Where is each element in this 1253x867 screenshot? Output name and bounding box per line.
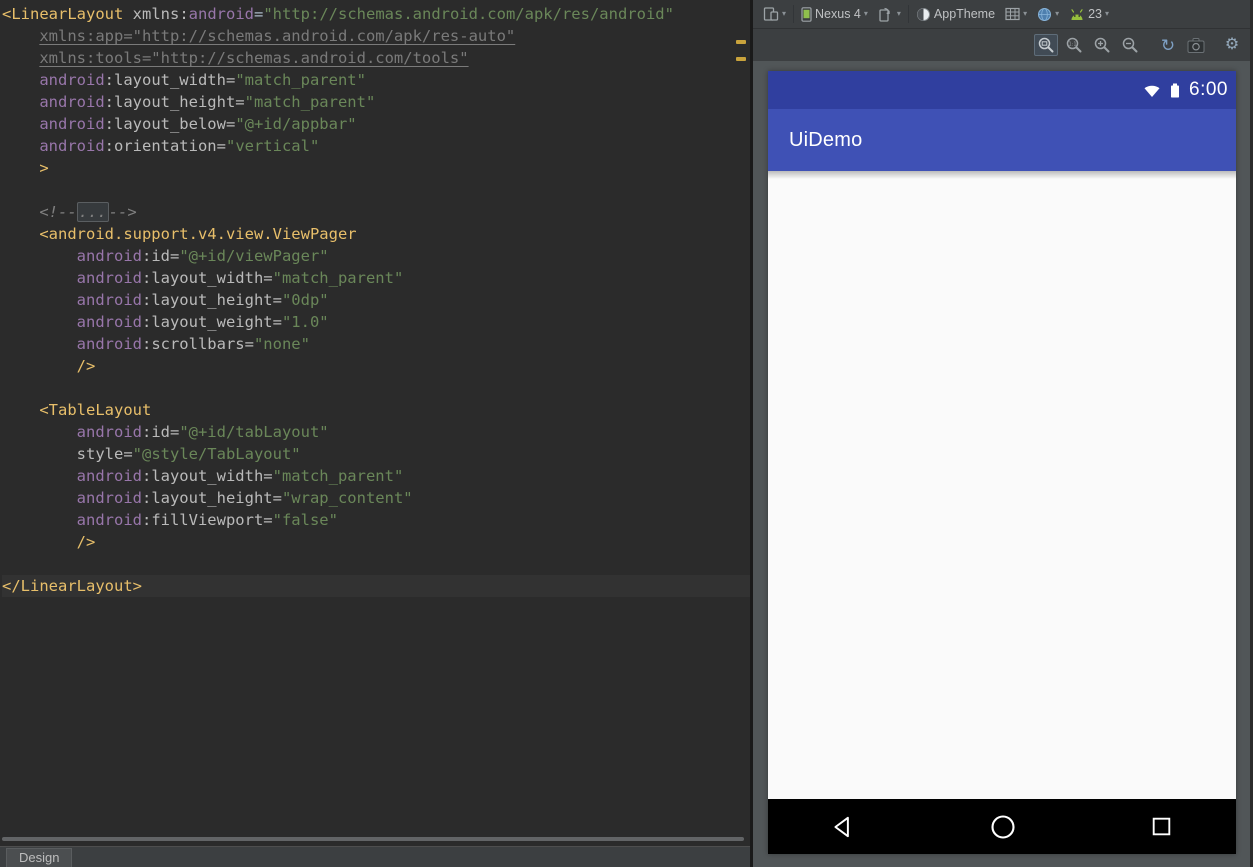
status-time: 6:00: [1189, 79, 1228, 100]
code-line[interactable]: <android.support.v4.view.ViewPager: [2, 223, 750, 245]
code-line[interactable]: android:fillViewport="false": [2, 509, 750, 531]
code-line[interactable]: android:layout_width="match_parent": [2, 69, 750, 91]
zoom-out-button[interactable]: [1118, 34, 1142, 56]
scrollbar-thumb[interactable]: [2, 837, 744, 841]
chevron-down-icon: ▾: [1105, 9, 1110, 18]
code-line[interactable]: android:id="@+id/tabLayout": [2, 421, 750, 443]
device-status-bar: 6:00: [768, 71, 1236, 109]
horizontal-scrollbar[interactable]: [0, 833, 750, 846]
design-surface-selector[interactable]: ▾: [758, 4, 791, 24]
code-lines: <LinearLayout xmlns:android="http://sche…: [2, 3, 750, 597]
nav-home-icon[interactable]: [989, 813, 1017, 841]
chevron-down-icon: ▾: [1023, 9, 1028, 18]
code-line[interactable]: android:layout_height="wrap_content": [2, 487, 750, 509]
code-line[interactable]: android:scrollbars="none": [2, 333, 750, 355]
device-nav-bar: [768, 799, 1236, 854]
code-line[interactable]: android:layout_weight="1.0": [2, 311, 750, 333]
code-line[interactable]: xmlns:tools="http://schemas.android.com/…: [2, 47, 750, 69]
zoom-toolbar: 1:1 ↻ ⚙: [753, 28, 1250, 61]
appbar-shadow: [768, 171, 1236, 179]
zoom-fit-button[interactable]: [1034, 34, 1058, 56]
chevron-down-icon: ▾: [1055, 9, 1060, 18]
chevron-down-icon: ▾: [863, 9, 868, 18]
camera-icon: [1187, 37, 1205, 53]
config-grid-icon: [1005, 7, 1020, 21]
orientation-selector[interactable]: ▾: [873, 4, 906, 24]
zoom-actual-button[interactable]: 1:1: [1062, 34, 1086, 56]
chevron-down-icon: ▾: [782, 9, 787, 18]
nav-recents-icon[interactable]: [1149, 814, 1174, 839]
device-phone-icon: [801, 6, 812, 22]
code-line[interactable]: android:layout_below="@+id/appbar": [2, 113, 750, 135]
refresh-button[interactable]: ↻: [1156, 34, 1180, 56]
zoom-fit-icon: [1038, 37, 1054, 53]
battery-icon: [1171, 83, 1180, 97]
locale-globe-icon: [1038, 7, 1052, 21]
locale-selector[interactable]: ▾: [1032, 5, 1064, 24]
chevron-down-icon: ▾: [896, 9, 901, 18]
zoom-in-button[interactable]: [1090, 34, 1114, 56]
code-line[interactable]: <!--... -->: [2, 201, 750, 223]
code-line[interactable]: </LinearLayout>: [2, 575, 750, 597]
code-line[interactable]: [2, 179, 750, 201]
theme-selector[interactable]: AppTheme: [911, 5, 1000, 24]
editor-mode-tabs: Design: [0, 846, 750, 867]
android-studio-window: <LinearLayout xmlns:android="http://sche…: [0, 0, 1253, 867]
tab-design[interactable]: Design: [6, 847, 73, 867]
device-selector-label: Nexus 4: [815, 7, 861, 21]
code-line[interactable]: />: [2, 355, 750, 377]
device-content[interactable]: [768, 171, 1236, 799]
code-line[interactable]: android:layout_width="match_parent": [2, 267, 750, 289]
code-line[interactable]: android:layout_height="match_parent": [2, 91, 750, 113]
design-surface-icon: [763, 7, 779, 21]
android-api-icon: [1071, 8, 1083, 20]
code-line[interactable]: >: [2, 157, 750, 179]
zoom-out-icon: [1122, 37, 1138, 53]
nav-back-icon[interactable]: [830, 814, 856, 840]
wifi-icon: [1144, 85, 1160, 97]
code-line[interactable]: <LinearLayout xmlns:android="http://sche…: [2, 3, 750, 25]
gear-icon: ⚙: [1224, 36, 1240, 53]
device-preview: 6:00 UiDemo: [768, 71, 1236, 854]
refresh-icon: ↻: [1160, 35, 1176, 55]
theme-circle-icon: [916, 7, 930, 21]
code-line[interactable]: />: [2, 531, 750, 553]
api-level-selector[interactable]: 23 ▾: [1064, 5, 1114, 23]
code-line[interactable]: android:id="@+id/viewPager": [2, 245, 750, 267]
preview-config-toolbar: ▾ Nexus 4 ▾ ▾ AppTheme ▾ ▾ 23 ▾: [753, 0, 1250, 28]
device-selector[interactable]: Nexus 4 ▾: [796, 5, 873, 24]
settings-button[interactable]: ⚙: [1220, 34, 1244, 56]
toolbar-separator: [907, 5, 909, 23]
design-surface[interactable]: 6:00 UiDemo: [753, 61, 1250, 867]
svg-text:1:1: 1:1: [1068, 41, 1076, 47]
app-title: UiDemo: [789, 128, 863, 151]
code-line[interactable]: style="@style/TabLayout": [2, 443, 750, 465]
screenshot-button[interactable]: [1184, 34, 1208, 56]
zoom-in-icon: [1094, 37, 1110, 53]
xml-editor-pane: <LinearLayout xmlns:android="http://sche…: [0, 0, 750, 867]
zoom-actual-icon: 1:1: [1066, 37, 1082, 53]
preview-pane: ▾ Nexus 4 ▾ ▾ AppTheme ▾ ▾ 23 ▾ 1:1 ↻ ⚙ …: [750, 0, 1250, 867]
code-line[interactable]: [2, 553, 750, 575]
warning-stripe-mark[interactable]: [736, 57, 746, 61]
code-line[interactable]: [2, 377, 750, 399]
code-line[interactable]: android:orientation="vertical": [2, 135, 750, 157]
code-line[interactable]: <TableLayout: [2, 399, 750, 421]
config-selector[interactable]: ▾: [1000, 5, 1032, 23]
code-editor[interactable]: <LinearLayout xmlns:android="http://sche…: [0, 0, 750, 833]
orientation-icon: [879, 7, 890, 22]
warning-stripe-mark[interactable]: [736, 40, 746, 44]
theme-selector-label: AppTheme: [933, 7, 996, 21]
toolbar-separator: [793, 5, 795, 23]
code-line[interactable]: android:layout_height="0dp": [2, 289, 750, 311]
code-line[interactable]: xmlns:app="http://schemas.android.com/ap…: [2, 25, 750, 47]
code-line[interactable]: android:layout_width="match_parent": [2, 465, 750, 487]
device-app-bar[interactable]: UiDemo: [768, 109, 1236, 171]
api-level-label: 23: [1088, 7, 1102, 21]
